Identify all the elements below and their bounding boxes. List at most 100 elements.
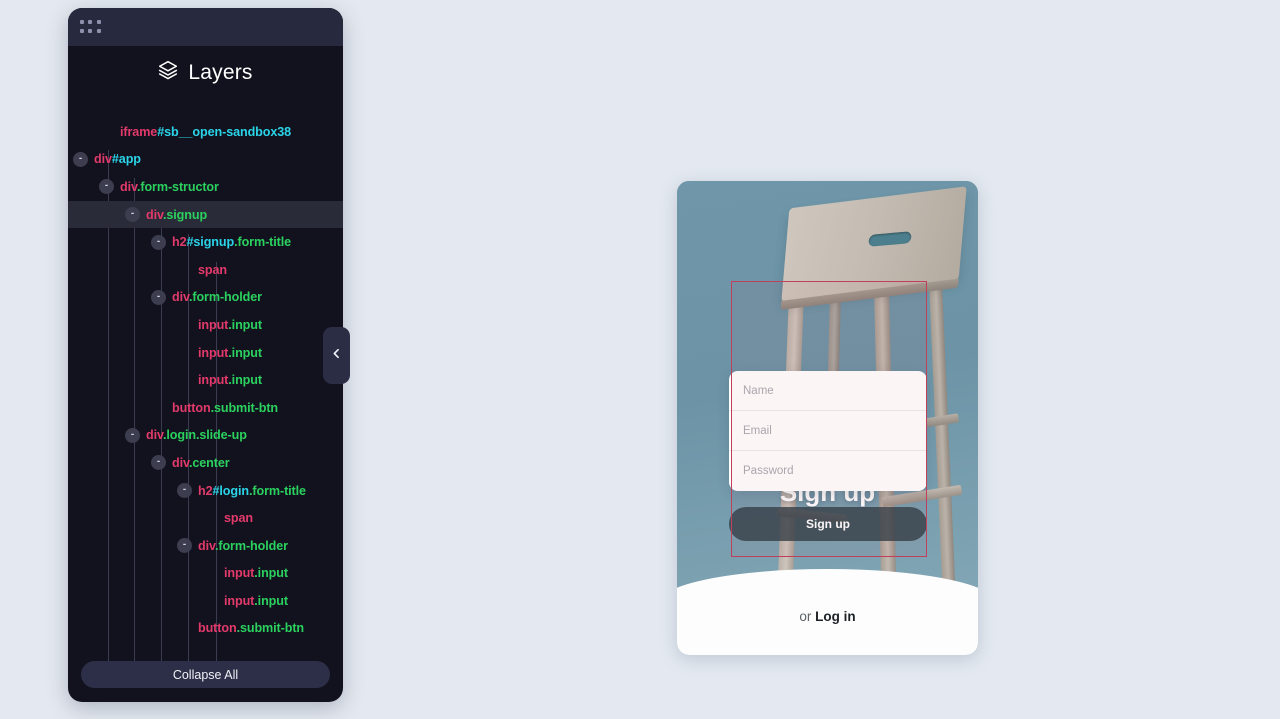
layer-class-selector: .center xyxy=(188,455,230,470)
layer-tree-row[interactable]: input.input xyxy=(68,560,343,588)
layer-class-selector: .input xyxy=(254,566,288,581)
layer-tree-row[interactable]: - div.signup xyxy=(68,200,343,229)
layer-node-label: div.form-structor xyxy=(120,180,219,194)
layers-stack-icon xyxy=(158,60,178,86)
layer-tag-name: iframe xyxy=(120,124,158,139)
layer-node-label: div.signup xyxy=(146,208,207,222)
layer-class-selector: .signup xyxy=(162,207,208,222)
layer-node-label: input.input xyxy=(198,318,262,332)
layer-node-label: button.submit-btn xyxy=(172,401,278,415)
layer-tree-row[interactable]: - h2#login.form-title xyxy=(68,477,343,505)
layer-node-label: h2#signup.form-title xyxy=(172,235,291,249)
name-input[interactable] xyxy=(729,371,927,411)
layer-class-selector: .form-structor xyxy=(136,179,219,194)
panel-collapse-tab[interactable] xyxy=(323,327,350,384)
layer-node-label: div.form-holder xyxy=(198,539,288,553)
layer-class-selector: .submit-btn xyxy=(210,400,279,415)
layer-tree-row[interactable]: - div#app xyxy=(68,146,343,174)
layer-node-label: div.center xyxy=(172,456,230,470)
collapse-all-container: Collapse All xyxy=(68,661,343,702)
tree-toggle-icon[interactable]: - xyxy=(73,151,88,167)
layer-tag-name: div xyxy=(198,538,215,553)
tree-toggle-icon[interactable]: - xyxy=(151,455,166,471)
layer-tree-row[interactable]: - div.login.slide-up xyxy=(68,422,343,450)
tree-toggle-icon[interactable]: - xyxy=(151,289,166,305)
layer-tree-row[interactable]: input.input xyxy=(68,587,343,615)
layer-class-selector: .form-title xyxy=(248,483,306,498)
layer-tree-row[interactable]: input.input xyxy=(68,311,343,339)
layer-tag-name: button xyxy=(172,400,211,415)
layer-class-selector: .login.slide-up xyxy=(162,428,247,443)
password-input[interactable] xyxy=(729,451,927,491)
layer-tag-name: div xyxy=(146,428,163,443)
tree-toggle-icon[interactable]: - xyxy=(125,207,140,223)
layer-id-selector: #signup xyxy=(186,235,235,250)
layer-tree-row[interactable]: button.submit-btn xyxy=(68,394,343,422)
layer-tag-name: div xyxy=(172,290,189,305)
footer-prefix-label: or xyxy=(799,608,816,624)
tree-toggle-icon[interactable]: - xyxy=(151,234,166,250)
layer-class-selector: .input xyxy=(254,593,288,608)
email-input[interactable] xyxy=(729,411,927,451)
layer-node-label: span xyxy=(224,511,253,525)
grid-dots-icon[interactable] xyxy=(80,19,102,35)
layer-tree-row[interactable]: - div.center xyxy=(68,449,343,477)
layer-node-label: input.input xyxy=(224,594,288,608)
layer-class-selector: .input xyxy=(228,373,262,388)
page-title: Layers xyxy=(68,46,343,102)
layer-tag-name: div xyxy=(172,455,189,470)
layer-tree-row[interactable]: input.input xyxy=(68,366,343,394)
layer-node-label: h2#login.form-title xyxy=(198,484,306,498)
layer-node-label: iframe#sb__open-sandbox38 xyxy=(120,125,291,139)
layer-node-label: input.input xyxy=(198,346,262,360)
layer-tree-row[interactable]: - div.form-holder xyxy=(68,532,343,560)
layer-class-selector: .submit-btn xyxy=(236,621,305,636)
layer-tree-row[interactable]: - div.form-holder xyxy=(68,284,343,312)
layer-tag-name: button xyxy=(198,621,237,636)
layer-id-selector: #app xyxy=(111,152,141,167)
layer-tag-name: input xyxy=(224,593,255,608)
layer-tree-row[interactable]: span xyxy=(68,504,343,532)
panel-title-label: Layers xyxy=(188,61,253,84)
layer-tree-row[interactable]: - div.form-structor xyxy=(68,173,343,201)
card-footer: or Log in xyxy=(677,569,978,655)
layer-tree-row[interactable]: iframe#sb__open-sandbox38 xyxy=(68,118,343,146)
layer-tag-name: input xyxy=(198,345,229,360)
layer-node-label: input.input xyxy=(224,566,288,580)
layer-id-selector: #sb__open-sandbox38 xyxy=(157,124,292,139)
layer-tag-name: span xyxy=(198,262,227,277)
layer-tree-row[interactable]: input.input xyxy=(68,339,343,367)
layer-tree-row[interactable]: span xyxy=(68,256,343,284)
layer-tree[interactable]: iframe#sb__open-sandbox38- div#app - div.fo… xyxy=(68,102,343,661)
tree-toggle-icon[interactable]: - xyxy=(177,483,192,499)
layer-node-label: button.submit-btn xyxy=(198,621,304,635)
layers-panel: Layers iframe#sb__open-sandbox38- div#app… xyxy=(68,8,343,702)
layer-tag-name: div xyxy=(94,152,112,167)
chevron-left-icon xyxy=(330,347,343,365)
signup-form-holder xyxy=(729,371,927,491)
signup-preview-card: Sign up Sign up or Log in xyxy=(677,181,978,655)
login-link[interactable]: Log in xyxy=(815,609,856,624)
layer-tag-name: h2 xyxy=(172,235,187,250)
signup-submit-button[interactable]: Sign up xyxy=(729,507,927,541)
layer-node-label: div#app xyxy=(94,152,141,166)
tree-toggle-icon[interactable]: - xyxy=(125,427,140,443)
tree-toggle-icon[interactable]: - xyxy=(177,538,192,554)
tree-toggle-icon[interactable]: - xyxy=(99,179,114,195)
layer-class-selector: .form-holder xyxy=(214,538,288,553)
layer-tag-name: h2 xyxy=(198,483,213,498)
layer-node-label: div.form-holder xyxy=(172,290,262,304)
layer-class-selector: .form-holder xyxy=(188,290,262,305)
layer-tree-row[interactable]: - h2#signup.form-title xyxy=(68,228,343,256)
collapse-all-button[interactable]: Collapse All xyxy=(81,661,330,688)
layer-node-label: div.login.slide-up xyxy=(146,428,247,442)
layer-id-selector: #login xyxy=(212,483,250,498)
layer-tag-name: input xyxy=(198,317,229,332)
panel-drag-header[interactable] xyxy=(68,8,343,46)
layer-node-label: span xyxy=(198,263,227,277)
layer-tag-name: span xyxy=(224,511,253,526)
layer-class-selector: .input xyxy=(228,317,262,332)
layer-tree-row[interactable]: button.submit-btn xyxy=(68,615,343,643)
layer-class-selector: .form-title xyxy=(234,235,292,250)
layer-tag-name: input xyxy=(198,373,229,388)
